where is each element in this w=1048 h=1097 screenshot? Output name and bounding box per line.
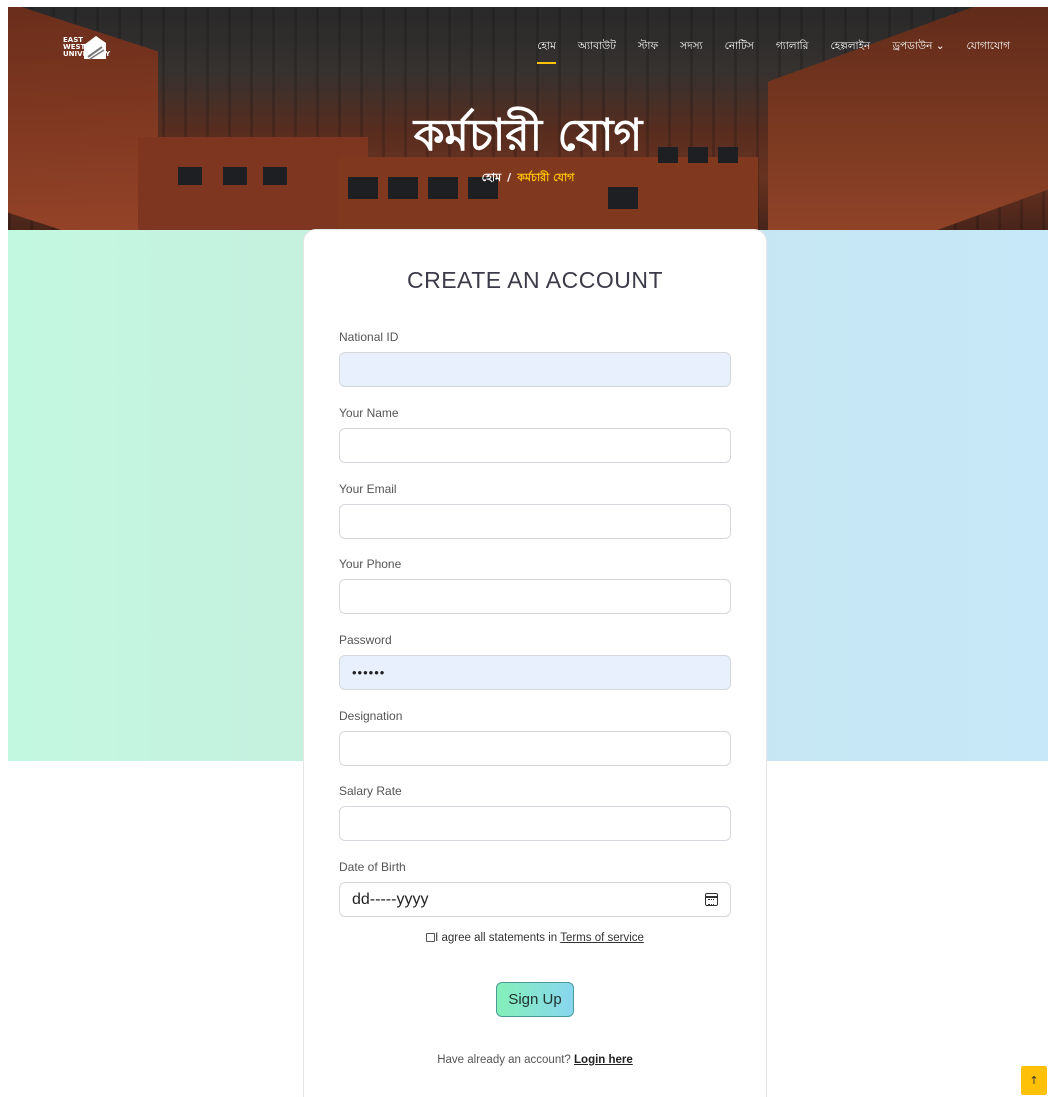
phone-label: Your Phone xyxy=(339,557,402,571)
scroll-to-top-button[interactable]: ↑ xyxy=(1021,1066,1047,1095)
nav-item-notice[interactable]: নোটিস xyxy=(725,39,754,64)
page-title: কর্মচারী যোগ xyxy=(413,110,643,161)
nav-item-dropdown[interactable]: ড্রপডাউন ⌄ xyxy=(892,39,944,64)
terms-text: I agree all statements in xyxy=(435,932,561,944)
site-logo[interactable]: EAST WEST UNIVERSITY xyxy=(63,29,111,65)
login-prompt-text: Have already an account? xyxy=(437,1054,575,1066)
name-field: Your Name xyxy=(339,406,731,463)
hero-banner: EAST WEST UNIVERSITY হোম অ্যাবাউট স্টাফ … xyxy=(8,7,1048,230)
dob-field: Date of Birth dd-----yyyy xyxy=(339,860,731,917)
terms-checkbox[interactable] xyxy=(426,933,436,942)
nav-item-home[interactable]: হোম xyxy=(537,39,556,64)
designation-input[interactable] xyxy=(339,731,731,766)
phone-input[interactable] xyxy=(339,579,731,614)
arrow-up-icon: ↑ xyxy=(1029,1074,1039,1087)
national-id-field: National ID xyxy=(339,330,731,387)
main-nav: হোম অ্যাবাউট স্টাফ সদস্য নোটিস গ্যালারি … xyxy=(537,39,1010,64)
national-id-input[interactable] xyxy=(339,352,731,387)
designation-label: Designation xyxy=(339,709,403,723)
signup-card: CREATE AN ACCOUNT National ID Your Name … xyxy=(304,230,766,1097)
phone-field: Your Phone xyxy=(339,557,731,614)
calendar-icon[interactable] xyxy=(705,893,718,906)
email-input[interactable] xyxy=(339,504,731,539)
dob-value: dd-----yyyy xyxy=(352,890,429,908)
name-label: Your Name xyxy=(339,406,399,420)
national-id-label: National ID xyxy=(339,330,399,344)
logo-mark-icon xyxy=(84,36,106,60)
logo-text: EAST WEST UNIVERSITY xyxy=(63,35,110,57)
password-label: Password xyxy=(339,633,392,647)
form-heading-text: CREATE AN ACCOUNT xyxy=(407,267,663,293)
nav-item-about[interactable]: অ্যাবাউট xyxy=(578,39,616,64)
terms-agreement: I agree all statements in Terms of servi… xyxy=(304,932,766,944)
password-input[interactable]: •••••• xyxy=(339,655,731,690)
dob-label: Date of Birth xyxy=(339,860,406,874)
nav-item-gallery[interactable]: গ্যালারি xyxy=(776,39,809,64)
dob-input[interactable]: dd-----yyyy xyxy=(339,882,731,917)
sign-up-button[interactable]: Sign Up xyxy=(496,982,574,1017)
breadcrumb-home[interactable]: হোম xyxy=(482,171,502,184)
login-link[interactable]: Login here xyxy=(574,1054,633,1066)
nav-item-helpline[interactable]: হেল্পলাইন xyxy=(830,39,870,64)
building-window xyxy=(608,187,638,209)
breadcrumb-separator: / xyxy=(507,171,512,184)
designation-field: Designation xyxy=(339,709,731,766)
password-field: Password •••••• xyxy=(339,633,731,690)
name-input[interactable] xyxy=(339,428,731,463)
login-prompt: Have already an account? Login here xyxy=(304,1054,766,1066)
nav-item-members[interactable]: সদস্য xyxy=(680,39,702,64)
breadcrumb: হোম / কর্মচারী যোগ xyxy=(8,169,1048,188)
nav-item-contact[interactable]: যোগাযোগ xyxy=(967,39,1010,64)
salary-rate-field: Salary Rate xyxy=(339,784,731,841)
salary-rate-input[interactable] xyxy=(339,806,731,841)
email-field: Your Email xyxy=(339,482,731,539)
breadcrumb-current: কর্মচারী যোগ xyxy=(517,171,575,184)
terms-link[interactable]: Terms of service xyxy=(560,932,644,944)
form-heading: CREATE AN ACCOUNT xyxy=(304,267,766,294)
nav-item-staff[interactable]: স্টাফ xyxy=(638,39,658,64)
email-label: Your Email xyxy=(339,482,397,496)
salary-rate-label: Salary Rate xyxy=(339,784,402,798)
